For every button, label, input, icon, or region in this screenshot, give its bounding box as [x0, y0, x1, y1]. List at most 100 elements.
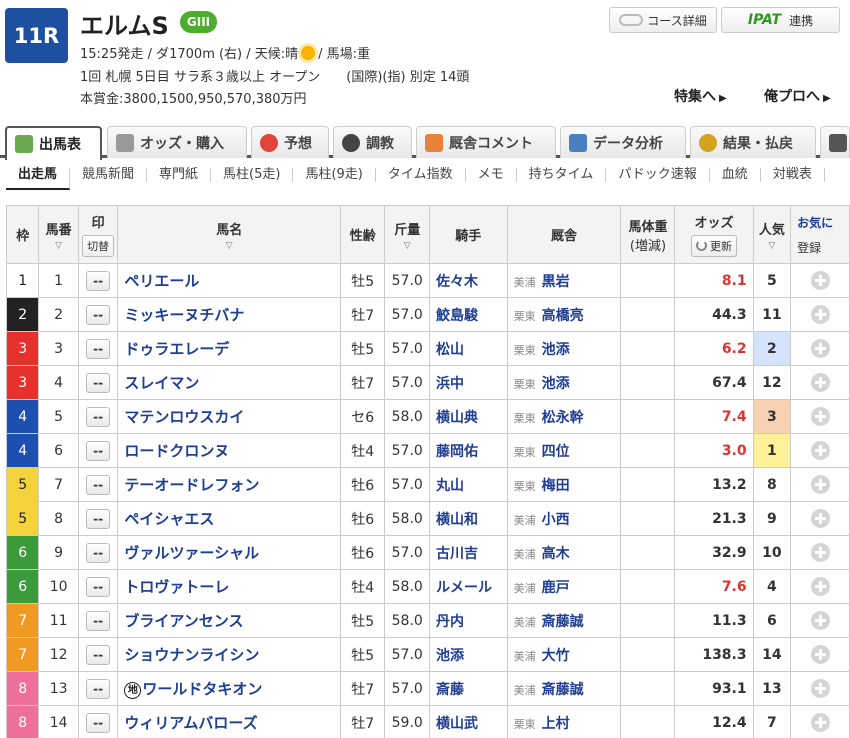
ipat-link-button[interactable]: IPAT 連携: [721, 7, 840, 33]
jockey-link[interactable]: 横山典: [429, 399, 508, 434]
tab-video[interactable]: [820, 126, 850, 158]
subnav-ketto[interactable]: 血統: [710, 168, 761, 182]
add-favorite-icon[interactable]: [810, 645, 830, 664]
trainer-link[interactable]: 小西: [542, 512, 570, 528]
mark-select[interactable]: --: [86, 440, 111, 461]
trainer-link[interactable]: 松永幹: [542, 410, 584, 426]
horse-name-link[interactable]: ワールドタキオン: [142, 680, 262, 698]
subnav-mochi-time[interactable]: 持ちタイム: [517, 168, 607, 182]
add-favorite-icon[interactable]: [810, 339, 830, 358]
col-popularity[interactable]: 人気 ▽: [752, 205, 792, 264]
subnav-taisen[interactable]: 対戦表: [761, 168, 825, 182]
horse-name-link[interactable]: ウィリアムバローズ: [124, 714, 257, 732]
col-name[interactable]: 馬名 ▽: [117, 205, 342, 264]
jockey-link[interactable]: 佐々木: [429, 263, 508, 298]
add-favorite-icon[interactable]: [810, 713, 830, 732]
jockey-link[interactable]: 横山和: [429, 501, 508, 536]
trainer-link[interactable]: 梅田: [542, 478, 570, 494]
tab-shutsuba[interactable]: 出馬表: [5, 126, 102, 160]
tab-comment[interactable]: 厩舎コメント: [416, 126, 556, 158]
add-favorite-icon[interactable]: [810, 407, 830, 426]
subnav-senmonshi[interactable]: 専門紙: [147, 168, 212, 182]
sort-icon[interactable]: ▽: [118, 241, 340, 251]
jockey-link[interactable]: 丸山: [429, 467, 508, 502]
trainer-link[interactable]: 高橋亮: [542, 308, 584, 324]
subnav-time-index[interactable]: タイム指数: [376, 168, 466, 182]
col-umaban[interactable]: 馬番 ▽: [38, 205, 79, 264]
subnav-paddock[interactable]: パドック速報: [606, 168, 710, 182]
tab-data[interactable]: データ分析: [560, 126, 686, 158]
add-favorite-icon[interactable]: [810, 271, 830, 290]
subnav-memo[interactable]: メモ: [466, 168, 517, 182]
horse-name-link[interactable]: ロードクロンヌ: [124, 442, 229, 460]
mark-select[interactable]: --: [86, 508, 111, 529]
mark-select[interactable]: --: [86, 372, 111, 393]
horse-name-link[interactable]: テーオードレフォン: [124, 476, 259, 494]
mark-select[interactable]: --: [86, 610, 111, 631]
mark-select[interactable]: --: [86, 406, 111, 427]
horse-name-link[interactable]: ブライアンセンス: [124, 612, 243, 630]
horse-name-link[interactable]: ペリエール: [124, 272, 199, 290]
col-weight[interactable]: 斤量 ▽: [384, 205, 431, 264]
mark-select[interactable]: --: [86, 576, 111, 597]
mark-select[interactable]: --: [86, 678, 111, 699]
jockey-link[interactable]: 斎藤: [429, 671, 508, 706]
tab-odds[interactable]: オッズ・購入: [107, 126, 247, 158]
jockey-link[interactable]: 丹内: [429, 603, 508, 638]
mark-select[interactable]: --: [86, 712, 111, 733]
add-favorite-icon[interactable]: [810, 509, 830, 528]
odds-update-button[interactable]: 更新: [691, 235, 738, 257]
mark-select[interactable]: --: [86, 270, 111, 291]
mark-switch-button[interactable]: 切替: [82, 235, 115, 257]
mark-select[interactable]: --: [86, 304, 111, 325]
trainer-link[interactable]: 斎藤誠: [542, 614, 584, 630]
trainer-link[interactable]: 四位: [542, 444, 570, 460]
subnav-bachuu5[interactable]: 馬柱(5走): [211, 168, 294, 182]
horse-name-link[interactable]: ミッキーヌチバナ: [124, 306, 244, 324]
mark-select[interactable]: --: [86, 474, 111, 495]
trainer-link[interactable]: 鹿戸: [542, 580, 570, 596]
trainer-link[interactable]: 黒岩: [542, 274, 570, 290]
add-favorite-icon[interactable]: [810, 543, 830, 562]
jockey-link[interactable]: 浜中: [429, 365, 508, 400]
add-favorite-icon[interactable]: [810, 611, 830, 630]
add-favorite-icon[interactable]: [810, 679, 830, 698]
trainer-link[interactable]: 池添: [542, 342, 570, 358]
jockey-link[interactable]: 池添: [429, 637, 508, 672]
tab-result[interactable]: 結果・払戻: [690, 126, 816, 158]
trainer-link[interactable]: 斎藤誠: [542, 682, 584, 698]
feature-link[interactable]: 特集へ ▶: [674, 86, 727, 106]
trainer-link[interactable]: 高木: [542, 546, 570, 562]
jockey-link[interactable]: 松山: [429, 331, 508, 366]
add-favorite-icon[interactable]: [810, 577, 830, 596]
horse-name-link[interactable]: ドゥラエレーデ: [124, 340, 229, 358]
horse-name-link[interactable]: トロヴァトーレ: [124, 578, 229, 596]
horse-name-link[interactable]: マテンロウスカイ: [124, 408, 244, 426]
add-favorite-icon[interactable]: [810, 305, 830, 324]
horse-name-link[interactable]: ショウナンライシン: [124, 646, 259, 664]
mark-select[interactable]: --: [86, 338, 111, 359]
subnav-bachuu9[interactable]: 馬柱(9走): [293, 168, 376, 182]
jockey-link[interactable]: ルメール: [429, 569, 508, 604]
trainer-link[interactable]: 池添: [542, 376, 570, 392]
horse-name-link[interactable]: ヴァルツァーシャル: [124, 544, 259, 562]
sort-icon[interactable]: ▽: [39, 241, 77, 251]
mark-select[interactable]: --: [86, 542, 111, 563]
add-favorite-icon[interactable]: [810, 441, 830, 460]
course-detail-button[interactable]: コース詳細: [609, 7, 717, 33]
sort-icon[interactable]: ▽: [754, 241, 790, 251]
horse-name-link[interactable]: スレイマン: [124, 374, 199, 392]
add-favorite-icon[interactable]: [810, 373, 830, 392]
mark-select[interactable]: --: [86, 644, 111, 665]
jockey-link[interactable]: 横山武: [429, 705, 508, 738]
tab-choukyou[interactable]: 調教: [333, 126, 412, 158]
jockey-link[interactable]: 古川吉: [429, 535, 508, 570]
sort-icon[interactable]: ▽: [385, 241, 429, 251]
tab-yosou[interactable]: 予想: [251, 126, 329, 158]
jockey-link[interactable]: 藤岡佑: [429, 433, 508, 468]
trainer-link[interactable]: 上村: [542, 716, 570, 732]
add-favorite-icon[interactable]: [810, 475, 830, 494]
horse-name-link[interactable]: ペイシャエス: [124, 510, 214, 528]
jockey-link[interactable]: 鮫島駿: [429, 297, 508, 332]
subnav-shinbun[interactable]: 競馬新聞: [70, 168, 148, 182]
